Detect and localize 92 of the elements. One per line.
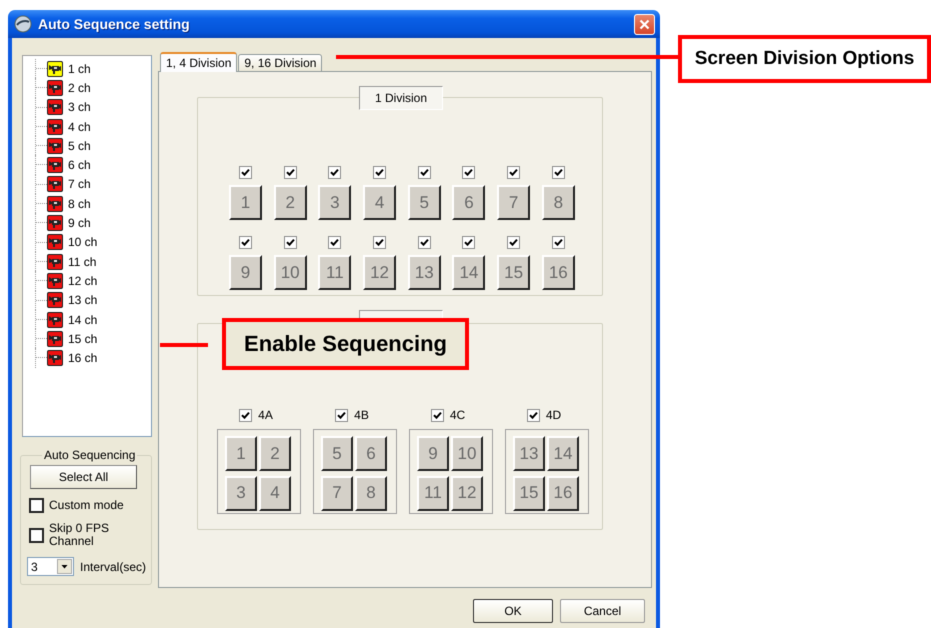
channel-button[interactable]: 10 [274,255,307,290]
checkbox[interactable] [526,408,540,422]
app-icon [14,15,32,33]
channel-button[interactable]: 8 [355,476,387,510]
close-button[interactable] [634,14,655,34]
channel-button[interactable]: 14 [452,255,486,290]
tree-item[interactable]: 13 ch [47,292,98,308]
checkbox[interactable] [507,166,520,179]
interval-dropdown[interactable]: 3 [27,557,74,576]
checkbox[interactable] [284,166,297,179]
tree-item[interactable]: 1 ch [47,60,91,77]
group-title: Auto Sequencing [43,448,136,462]
channel-button[interactable]: 16 [542,255,575,290]
channel-button[interactable]: 1 [229,185,262,220]
tree-item[interactable]: 5 ch [47,138,91,154]
channel-button[interactable]: 9 [229,255,262,290]
tree-item[interactable]: 4 ch [47,118,91,135]
callout-label: Enable Sequencing [222,318,469,370]
channel-button[interactable]: 3 [318,185,352,220]
checkbox[interactable] [328,166,342,179]
group-title: 1 Division [359,86,443,110]
checkbox-label: 4B [354,408,369,422]
checkbox[interactable] [239,408,252,422]
field-label: Interval(sec) [80,560,146,574]
channel-button[interactable]: 12 [451,476,483,510]
channel-button[interactable]: 11 [318,255,352,290]
checkbox[interactable] [239,236,252,249]
tab[interactable]: 1, 4 Division [160,52,238,72]
tree-item[interactable]: 11 ch [47,254,96,270]
channel-button[interactable]: 6 [355,436,387,471]
channel-button[interactable]: 10 [451,436,483,471]
tree-item[interactable]: 3 ch [47,99,91,116]
checkbox-label: 4D [546,408,562,422]
checkbox-label: Skip 0 FPS Channel [49,522,110,548]
channel-button[interactable]: 16 [547,476,579,510]
checkbox[interactable] [418,166,431,179]
checkbox[interactable] [284,236,297,249]
tree-item[interactable]: 12 ch [47,272,98,289]
tree-item[interactable]: 6 ch [47,157,91,174]
caret-icon [57,559,72,574]
channel-button[interactable]: 4 [259,476,291,510]
tree-item[interactable]: 14 ch [47,312,98,328]
dialog-button[interactable]: OK [473,599,553,623]
tree-item[interactable]: 10 ch [47,234,98,250]
tree-item[interactable]: 15 ch [47,330,98,347]
channel-button[interactable]: 12 [363,255,396,290]
checkbox[interactable] [552,166,565,179]
checkbox[interactable] [462,236,476,249]
tree-item[interactable]: 8 ch [47,196,91,212]
close-icon [639,18,650,30]
checkbox[interactable] [507,236,520,249]
checkbox[interactable] [373,166,386,179]
channel-button[interactable]: 15 [513,476,545,510]
checkbox-label: Custom mode [49,499,125,512]
checkbox[interactable] [239,166,252,179]
channel-button[interactable]: 5 [408,185,441,220]
checkbox[interactable] [462,166,476,179]
channel-button[interactable]: 6 [452,185,486,220]
channel-button[interactable]: 13 [513,436,545,471]
channel-button[interactable]: 4 [363,185,396,220]
tab[interactable]: 9, 16 Division [238,54,322,71]
channel-button[interactable]: 11 [417,476,449,510]
tree-item[interactable]: 2 ch [47,80,91,96]
checkbox[interactable] [430,408,444,422]
checkbox[interactable] [373,236,386,249]
channel-button[interactable]: 9 [417,436,449,471]
channel-button[interactable]: 7 [497,185,530,220]
tree-item[interactable]: 7 ch [47,176,91,192]
channel-button[interactable]: 13 [408,255,441,290]
checkbox[interactable] [552,236,565,249]
channel-button[interactable]: 8 [542,185,575,220]
checkbox[interactable] [29,498,44,513]
channel-button[interactable]: 1 [225,436,257,471]
channel-button[interactable]: 3 [225,476,257,510]
channel-button[interactable]: 14 [547,436,579,471]
channel-button[interactable]: 2 [274,185,307,220]
checkbox[interactable] [418,236,431,249]
channel-button[interactable]: 2 [259,436,291,471]
checkbox[interactable] [335,408,348,422]
callout-label: Screen Division Options [678,35,931,83]
checkbox[interactable] [29,528,44,542]
tree-item[interactable]: 16 ch [47,350,98,366]
checkbox[interactable] [328,236,342,249]
channel-button[interactable]: 7 [321,476,353,510]
channel-button[interactable]: 5 [321,436,353,471]
select-all-button[interactable]: Select All [30,465,137,489]
window-title: Auto Sequence setting [38,16,191,32]
dialog-button[interactable]: Cancel [560,599,645,623]
channel-button[interactable]: 15 [497,255,530,290]
checkbox-label: 4A [258,408,273,422]
tree-item[interactable]: 9 ch [47,215,91,232]
checkbox-label: 4C [450,408,466,422]
